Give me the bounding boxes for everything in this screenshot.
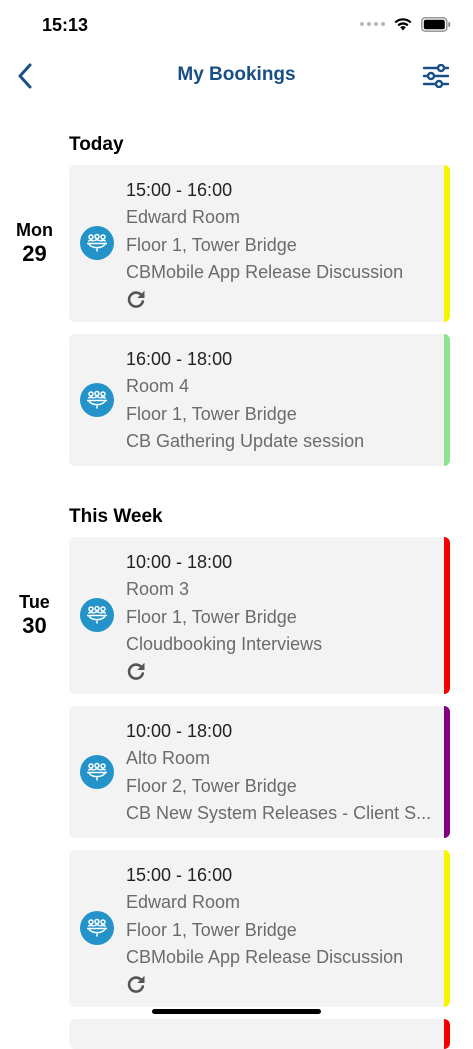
booking-location: Floor 1, Tower Bridge bbox=[126, 919, 297, 940]
booking-card[interactable]: 10:00 - 18:00 Room 3 Floor 1, Tower Brid… bbox=[69, 537, 450, 694]
booking-location: Floor 1, Tower Bridge bbox=[126, 403, 297, 424]
day-of-week: Mon bbox=[16, 220, 53, 240]
booking-details: 16:00 - 18:00 Room 4 Floor 1, Tower Brid… bbox=[126, 346, 438, 456]
meeting-room-icon bbox=[80, 226, 114, 260]
repeat-icon bbox=[127, 975, 145, 993]
status-time: 15:13 bbox=[42, 15, 89, 35]
page-title: My Bookings bbox=[177, 64, 296, 85]
booking-color-stripe bbox=[444, 706, 450, 838]
booking-room: Room 4 bbox=[126, 376, 190, 397]
signal-icon bbox=[360, 22, 385, 26]
day-label: Tue 30 bbox=[0, 591, 69, 639]
booking-time: 15:00 - 16:00 bbox=[126, 865, 233, 885]
booking-time: 15:00 - 16:00 bbox=[126, 180, 233, 200]
status-bar: 15:13 bbox=[0, 0, 473, 50]
meeting-room-icon bbox=[80, 755, 114, 789]
day-label: Mon 29 bbox=[0, 219, 69, 267]
section-title-today: Today bbox=[69, 134, 124, 155]
booking-room: Room 3 bbox=[126, 579, 190, 600]
booking-color-stripe bbox=[444, 537, 450, 694]
booking-card[interactable]: 10:00 - 18:00 Alto Room Floor 2, Tower B… bbox=[69, 706, 450, 838]
booking-time: 10:00 - 18:00 bbox=[126, 721, 233, 741]
day-number: 29 bbox=[22, 241, 47, 266]
navigation-bar: My Bookings bbox=[0, 50, 473, 102]
booking-color-stripe bbox=[444, 165, 450, 322]
booking-title: Cloudbooking Interviews bbox=[126, 634, 323, 655]
booking-card[interactable]: 15:00 - 16:00 Edward Room Floor 1, Tower… bbox=[69, 850, 450, 1007]
meeting-room-icon bbox=[80, 598, 114, 632]
repeat-icon bbox=[127, 290, 145, 308]
booking-card[interactable]: 16:00 - 18:00 Room 4 Floor 1, Tower Brid… bbox=[69, 334, 450, 466]
day-of-week: Tue bbox=[19, 592, 50, 612]
battery-icon bbox=[421, 16, 451, 32]
booking-room: Edward Room bbox=[126, 207, 241, 228]
section-title-this-week: This Week bbox=[69, 506, 163, 527]
wifi-icon bbox=[394, 18, 412, 31]
meeting-room-icon bbox=[80, 383, 114, 417]
booking-room: Alto Room bbox=[126, 748, 211, 769]
booking-title: CB New System Releases - Client S... bbox=[126, 803, 432, 824]
repeat-icon bbox=[127, 662, 145, 680]
booking-time: 16:00 - 18:00 bbox=[126, 349, 233, 369]
booking-location: Floor 2, Tower Bridge bbox=[126, 775, 297, 796]
booking-details: 15:00 - 16:00 Edward Room Floor 1, Tower… bbox=[126, 177, 438, 287]
booking-color-stripe bbox=[444, 850, 450, 1007]
booking-details: 15:00 - 16:00 Edward Room Floor 1, Tower… bbox=[126, 862, 438, 972]
booking-time: 10:00 - 18:00 bbox=[126, 552, 233, 572]
booking-details: 10:00 - 18:00 Room 3 Floor 1, Tower Brid… bbox=[126, 549, 438, 659]
home-indicator bbox=[152, 1009, 321, 1014]
sliders-icon bbox=[422, 64, 450, 88]
booking-title: CBMobile App Release Discussion bbox=[126, 947, 404, 968]
booking-card[interactable]: 15:00 - 16:00 Edward Room Floor 1, Tower… bbox=[69, 165, 450, 322]
meeting-room-icon bbox=[80, 911, 114, 945]
status-icons bbox=[360, 16, 451, 32]
booking-color-stripe bbox=[444, 334, 450, 466]
booking-location: Floor 1, Tower Bridge bbox=[126, 606, 297, 627]
booking-details: 10:00 - 18:00 Alto Room Floor 2, Tower B… bbox=[126, 718, 438, 828]
day-number: 30 bbox=[22, 613, 47, 638]
booking-title: CBMobile App Release Discussion bbox=[126, 262, 404, 283]
booking-title: CB Gathering Update session bbox=[126, 431, 365, 452]
filter-button[interactable] bbox=[421, 62, 451, 90]
booking-room: Edward Room bbox=[126, 892, 241, 913]
booking-location: Floor 1, Tower Bridge bbox=[126, 234, 297, 255]
